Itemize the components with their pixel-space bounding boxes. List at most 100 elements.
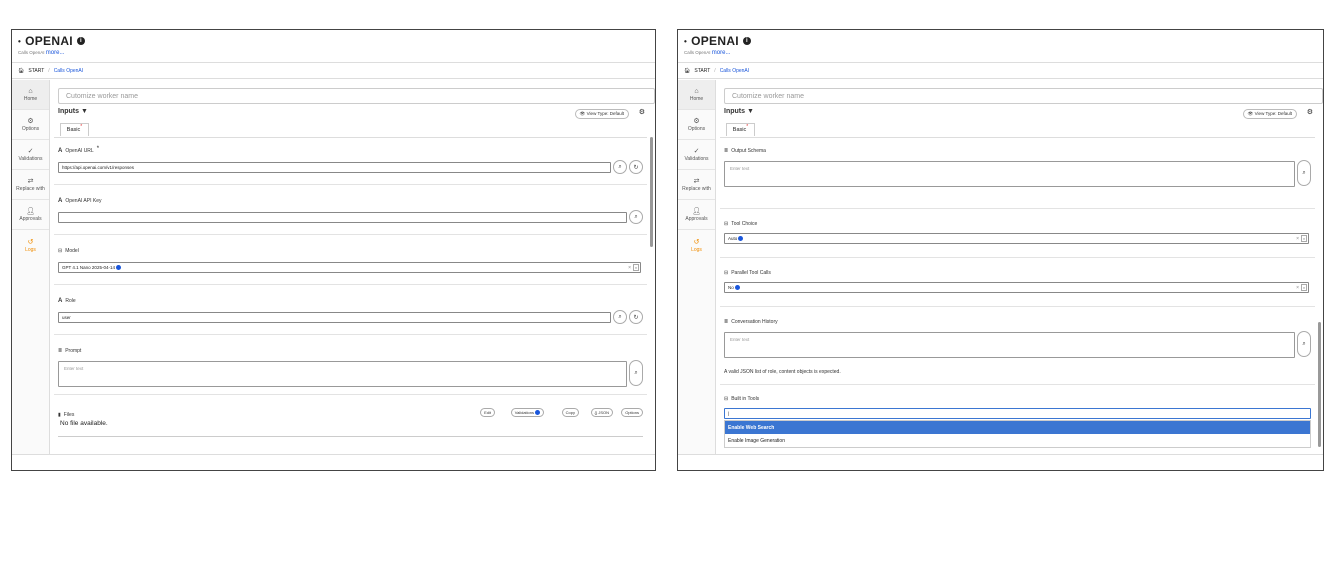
scrollbar[interactable] [649,137,654,454]
required-marker: * [746,124,749,130]
attach-icon[interactable]: ⌕ [613,160,627,174]
dropdown-option[interactable]: Enable Web Search [725,421,1310,434]
field-label: ≣ Conversation History [724,319,1311,325]
sidebar: ⌂ Home ⚙ Options ✓ Validations ⇄ Replace… [678,80,716,454]
sidebar-item-replace-with[interactable]: ⇄ Replace with [678,170,715,200]
field-label-text: Tool Choice [731,221,758,227]
edit-button[interactable]: Edit [480,408,495,417]
sidebar-item-validations[interactable]: ✓ Validations [12,140,49,170]
chevron-down-icon[interactable]: ▾ [1301,284,1307,291]
info-badge-icon[interactable] [738,236,744,241]
text-type-icon: A [58,198,63,204]
worker-name-input[interactable]: Cutomize worker name [58,88,655,104]
chevron-down-icon[interactable]: ▾ [633,264,639,271]
sidebar-item-home[interactable]: ⌂ Home [12,80,49,110]
view-type-button[interactable]: 👁︎ View Type: Default [574,109,629,119]
breadcrumb-start[interactable]: START [694,68,710,74]
field-label-text: Built in Tools [731,396,760,402]
parallel-tool-calls-select[interactable]: No × ▾ [724,282,1309,293]
attach-icon[interactable]: ⌕ [1297,331,1311,357]
sidebar-item-label: Validations [18,156,43,162]
subtitle-text: Calls OpenAI [684,50,711,55]
field-label: ≣ Output Schema [724,148,1311,154]
breadcrumb-current[interactable]: Calls OpenAI [54,68,83,74]
select-type-icon: ⊟ [724,221,729,227]
worker-name-input[interactable]: Cutomize worker name [724,88,1323,104]
attach-icon[interactable]: ⌕ [629,210,643,224]
sidebar-item-logs[interactable]: ↺ Logs [12,230,49,260]
clear-icon[interactable]: × [628,265,631,271]
attach-icon[interactable]: ⌕ [613,310,627,324]
sidebar: ⌂ Home ⚙ Options ✓ Validations ⇄ Replace… [12,80,50,454]
dropdown-option[interactable]: Enable Image Generation [725,434,1310,447]
collapse-dot-icon[interactable]: • [684,37,687,46]
scrollbar-thumb[interactable] [650,137,653,247]
sidebar-item-label: Replace with [682,186,711,192]
validations-button[interactable]: Validations [510,408,544,418]
sidebar-item-options[interactable]: ⚙ Options [678,110,715,140]
field-label: ≣ Prompt [58,348,643,354]
refresh-icon[interactable]: ↻ [629,160,643,174]
field-label: ⊟ Model [58,248,643,254]
output-schema-textarea[interactable]: Enter text [724,161,1295,187]
info-badge-icon [535,410,540,416]
chevron-down-icon[interactable]: ▾ [1301,235,1307,242]
tool-choice-select[interactable]: Auto × ▾ [724,233,1309,244]
api-key-input[interactable] [58,212,627,223]
gear-icon[interactable]: ⚙ [1307,108,1313,116]
sidebar-item-home[interactable]: ⌂ Home [678,80,715,110]
prompt-textarea[interactable]: Enter text [58,361,627,387]
inputs-title[interactable]: Inputs ▼ [58,108,88,115]
attach-icon[interactable]: ⌕ [1297,160,1311,186]
copy-button-label: Copy [565,410,575,415]
field-files: ▮ Files No file available. Edit Validatio… [58,408,643,454]
built-in-tools-input[interactable]: | [724,408,1311,419]
info-badge-icon[interactable] [115,265,121,270]
more-link[interactable]: more... [712,50,731,56]
gear-icon[interactable]: ⚙ [639,108,645,116]
home-icon[interactable]: 🏠︎ [684,68,690,74]
sidebar-item-validations[interactable]: ✓ Validations [678,140,715,170]
view-type-button[interactable]: 👁︎ View Type: Default [1242,109,1297,119]
model-select[interactable]: GPT 4.1 Nano 2025-04-14 × ▾ [58,262,641,273]
tool-choice-value: Auto [728,236,738,241]
openai-url-input[interactable]: https://api.openai.com/v1/responses [58,162,611,173]
clear-icon[interactable]: × [1296,236,1299,242]
field-label-text: Model [65,248,79,254]
copy-button[interactable]: Copy [561,408,579,417]
sidebar-item-options[interactable]: ⚙ Options [12,110,49,140]
subtitle-text: Calls OpenAI [18,50,45,55]
collapse-dot-icon[interactable]: • [18,37,21,46]
inputs-title[interactable]: Inputs ▼ [724,108,754,115]
clear-icon[interactable]: × [1296,285,1299,291]
conversation-history-textarea[interactable]: Enter text [724,332,1295,358]
options-button[interactable]: Options [621,408,643,417]
role-input[interactable]: user [58,312,611,323]
info-icon[interactable]: i [76,37,85,45]
scrollbar[interactable] [1317,137,1322,454]
app-title: OPENAI [25,34,73,48]
view-type-label: View Type: Default [586,111,624,116]
field-label: A Role [58,298,643,304]
required-marker: * [80,124,83,130]
info-badge-icon[interactable] [734,285,740,290]
breadcrumb-current[interactable]: Calls OpenAI [720,68,749,74]
home-icon[interactable]: 🏠︎ [18,68,24,74]
refresh-icon[interactable]: ↻ [629,310,643,324]
worker-subtitle: Calls OpenAI more... [684,50,1317,56]
more-link[interactable]: more... [46,50,65,56]
scrollbar-thumb[interactable] [1318,322,1321,447]
tab-basic[interactable]: Basic * [726,123,755,136]
worker-header: • OPENAI i Calls OpenAI more... [678,30,1323,63]
sidebar-item-logs[interactable]: ↺ Logs [678,230,715,260]
sidebar-item-approvals[interactable]: 👤︎ Approvals [678,200,715,230]
tab-basic[interactable]: Basic * [60,123,89,136]
sidebar-item-replace-with[interactable]: ⇄ Replace with [12,170,49,200]
attach-icon[interactable]: ⌕ [629,360,643,386]
json-button[interactable]: {} JSON [590,408,613,417]
sidebar-item-approvals[interactable]: 👤︎ Approvals [12,200,49,230]
built-in-tools-dropdown: Enable Web Search Enable Image Generatio… [724,420,1311,448]
breadcrumb-start[interactable]: START [28,68,44,74]
sidebar-item-label: Options [21,126,40,132]
info-icon[interactable]: i [742,37,751,45]
